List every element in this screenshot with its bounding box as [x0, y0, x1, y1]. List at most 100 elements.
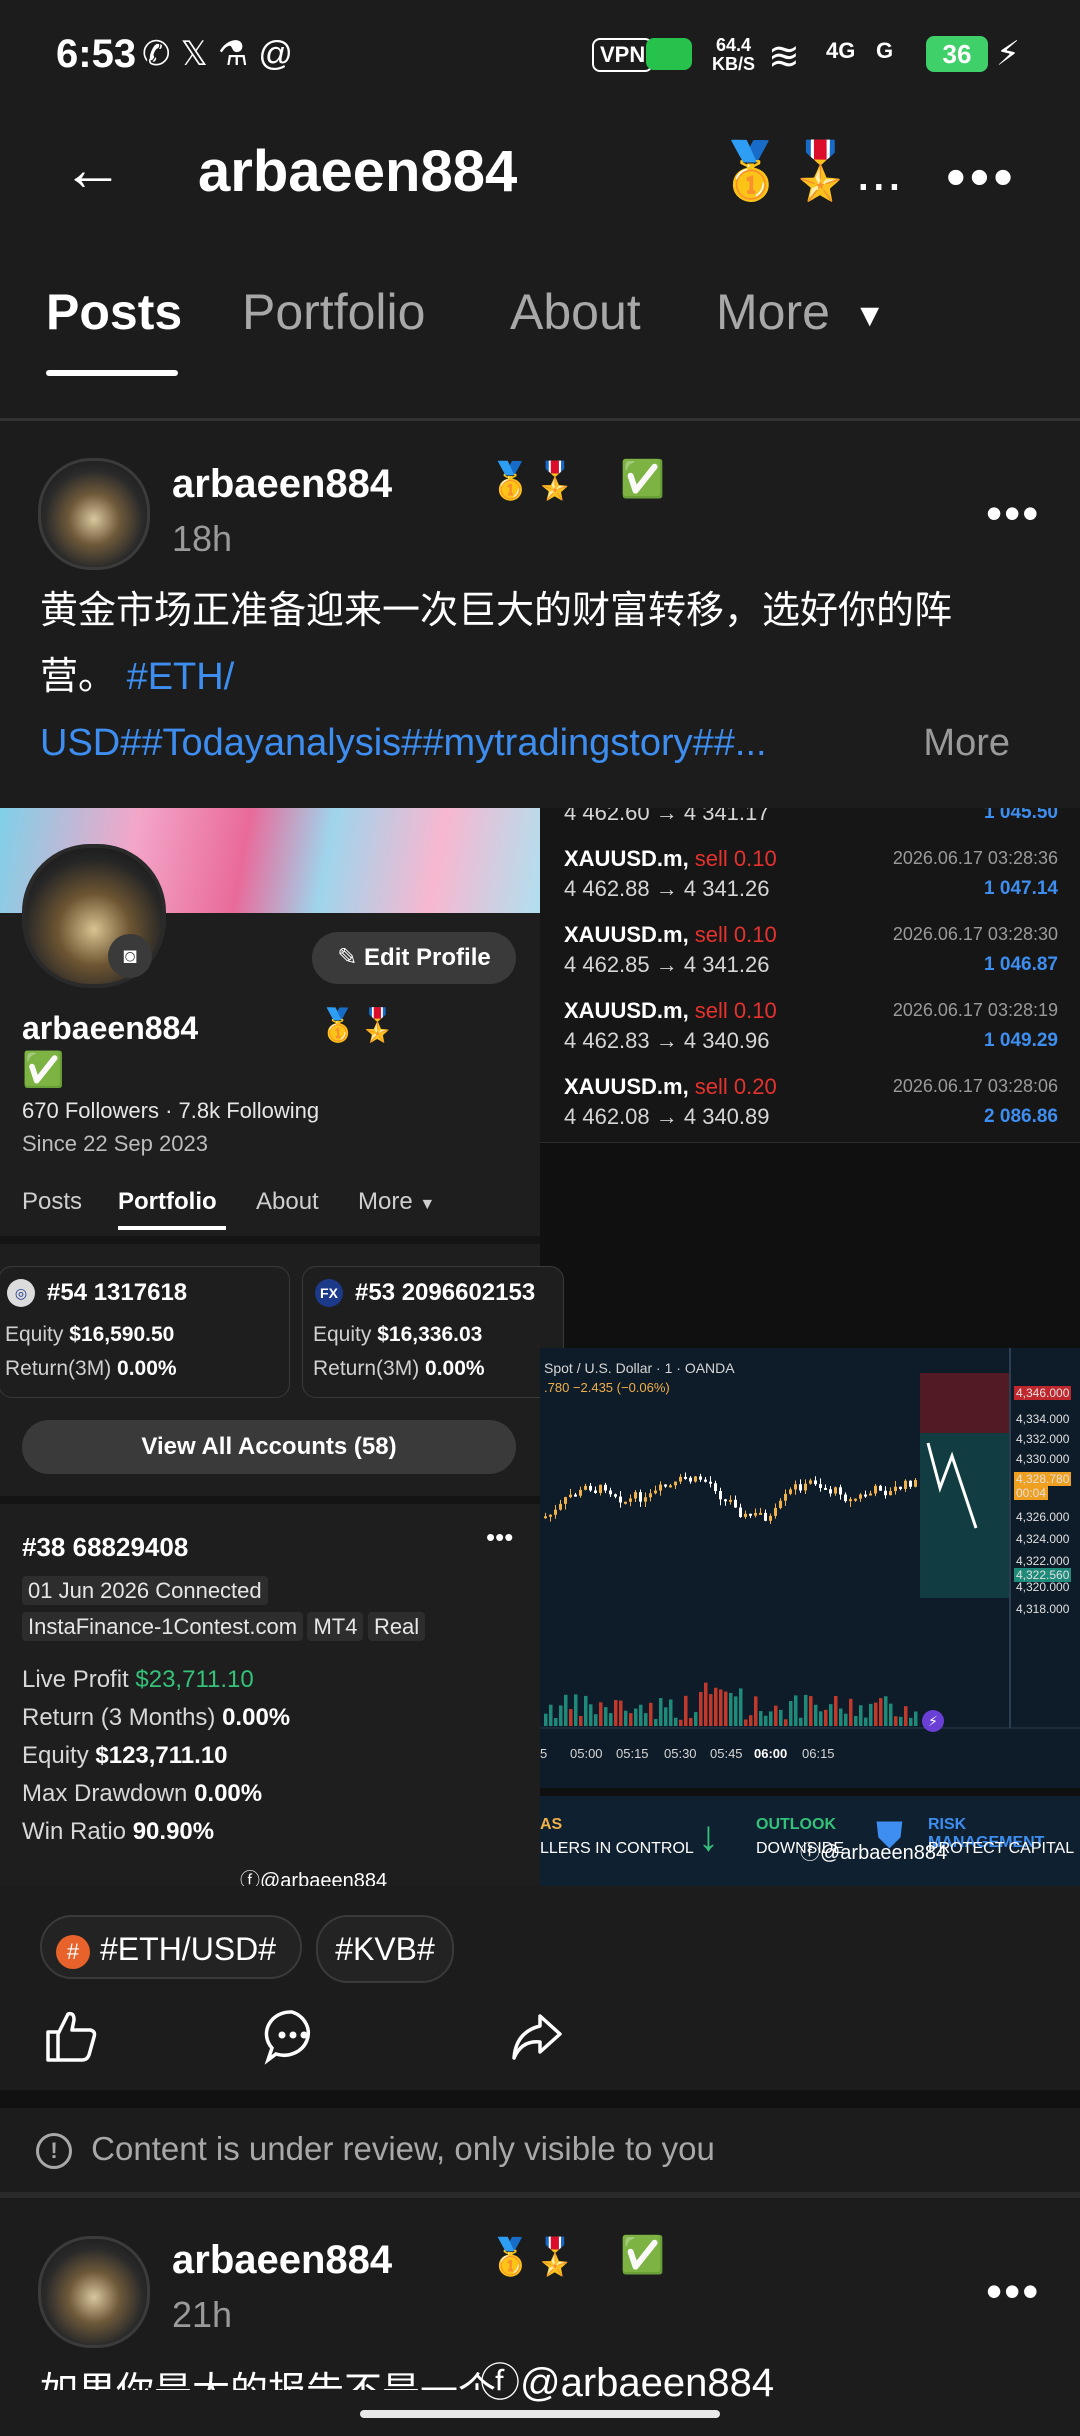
candle-body	[574, 1494, 577, 1497]
volume-bar	[729, 1692, 733, 1726]
avatar[interactable]	[38, 2236, 150, 2348]
home-indicator[interactable]	[360, 2410, 720, 2418]
tab-about[interactable]: About	[510, 283, 641, 341]
tab-posts[interactable]: Posts	[46, 283, 182, 341]
trade-symbol: XAUUSD.m, sell 0.10	[564, 998, 777, 1023]
active-tab-indicator	[46, 370, 178, 376]
candle-body	[689, 1477, 692, 1482]
candle-body	[604, 1484, 607, 1491]
trade-row: XAUUSD.m, sell 0.104 462.60 → 4 341.1720…	[540, 808, 1080, 839]
candle-body	[859, 1494, 862, 1499]
volume-bar	[739, 1688, 743, 1726]
candle-body	[564, 1497, 567, 1504]
volume-bar	[839, 1708, 843, 1726]
trade-profit: 1 046.87	[984, 954, 1058, 975]
post-text-line: 黄金市场正准备迎来一次巨大的财富转移，选好你的阵	[40, 590, 953, 632]
tag-chip-kvb[interactable]: #KVB#	[316, 1915, 454, 1983]
price-axis-label: 4,324.000	[1016, 1532, 1070, 1546]
post-author[interactable]: arbaeen884	[172, 462, 392, 507]
post-more-button[interactable]: •••	[986, 486, 1040, 540]
post-image[interactable]: ◙ ✎ Edit Profile arbaeen884 🥇🎖️ ✅ 670 Fo…	[0, 808, 1080, 1886]
trade-side: sell 0.10	[694, 922, 777, 947]
candle-body	[584, 1485, 587, 1490]
candle-body	[649, 1493, 652, 1498]
medal-badges: 🥇🎖️	[488, 2236, 578, 2277]
trade-profit: 1 049.29	[984, 1030, 1058, 1051]
candle-body	[609, 1490, 612, 1495]
trade-row: XAUUSD.m, sell 0.10 4 462.85 → 4 341.26 20…	[540, 914, 1080, 991]
fx-logo-icon: FX	[315, 1279, 343, 1307]
verified-check-icon: ✅	[620, 2234, 665, 2275]
back-arrow-icon[interactable]: ←	[62, 139, 132, 201]
tag-chip-eth[interactable]: # #ETH/USD#	[40, 1915, 302, 1979]
hashtag-link[interactable]: USD##Todayanalysis##mytradingstory##...	[40, 722, 767, 764]
account-logo-icon: ◎	[7, 1279, 35, 1307]
price-axis-label: 4,322.000	[1016, 1554, 1070, 1568]
hashtag-link[interactable]: #ETH/	[127, 656, 235, 698]
trade-row: XAUUSD.m, sell 0.10 4 462.88 → 4 341.26 20…	[540, 838, 1080, 915]
candle-body	[729, 1499, 732, 1502]
candle-body	[549, 1514, 552, 1517]
candle-body	[599, 1484, 602, 1493]
candle-body	[704, 1479, 707, 1482]
candle-body	[819, 1484, 822, 1488]
price-chart: Spot / U.S. Dollar · 1 · OANDA .780 −2.4…	[540, 1348, 1080, 1788]
tab-more[interactable]: More ▼	[716, 283, 886, 341]
see-more-link[interactable]: More	[923, 710, 1010, 776]
threads-icon: @	[258, 35, 303, 73]
volume-bar	[704, 1682, 708, 1726]
volume-bar	[789, 1700, 793, 1726]
post-timestamp: 21h	[172, 2294, 233, 2335]
candle-body	[809, 1480, 812, 1484]
trade-date: 2026.06.17 03:28:19	[892, 1000, 1058, 1020]
trade-side: sell 0.20	[694, 1074, 777, 1099]
post-author[interactable]: arbaeen884	[172, 2238, 392, 2283]
candle-body	[569, 1494, 572, 1498]
trade-side: sell 0.10	[694, 998, 777, 1023]
price-axis-label: 4,346.000	[1014, 1386, 1072, 1400]
comment-button[interactable]	[262, 2006, 322, 2066]
tab-portfolio[interactable]: Portfolio	[242, 283, 425, 341]
candle-body	[779, 1500, 782, 1508]
volume-bar	[654, 1719, 658, 1726]
price-chart-graphic	[540, 1348, 1080, 1788]
volume-bar	[674, 1717, 678, 1726]
avatar[interactable]	[38, 458, 150, 570]
share-button[interactable]	[506, 2006, 566, 2066]
more-options-button[interactable]: •••	[946, 144, 1017, 209]
candle-body	[709, 1481, 712, 1484]
hashtag-icon: #	[56, 1934, 90, 1969]
volume-bar	[699, 1691, 703, 1726]
candle-body	[824, 1487, 827, 1490]
candle-body	[789, 1489, 792, 1494]
volume-bar	[684, 1695, 688, 1726]
volume-bar	[849, 1698, 853, 1726]
volume-bar	[884, 1696, 888, 1726]
candle-body	[589, 1485, 592, 1491]
trade-profit: 2 086.86	[984, 1106, 1058, 1127]
like-button[interactable]	[42, 2006, 102, 2066]
candle-body	[624, 1501, 627, 1504]
price-axis-label: 4,318.000	[1016, 1602, 1070, 1616]
signal-4g: 4G	[826, 38, 856, 63]
price-axis-label: 4,332.000	[1016, 1432, 1070, 1446]
candle-body	[849, 1499, 852, 1502]
candle-body	[829, 1489, 832, 1494]
tab-portfolio: Portfolio	[118, 1188, 217, 1215]
verified-check-icon: ✅	[620, 458, 665, 499]
volume-bar	[899, 1716, 903, 1726]
profile-name: arbaeen884	[22, 1010, 199, 1046]
volume-bar	[754, 1696, 758, 1726]
volume-bar	[799, 1717, 803, 1726]
candle-body	[559, 1503, 562, 1510]
volume-bar	[599, 1702, 603, 1726]
candle-body	[679, 1476, 682, 1482]
candle-body	[659, 1484, 662, 1491]
candle-body	[854, 1498, 857, 1501]
volume-bar	[549, 1704, 553, 1726]
candle-body	[769, 1515, 772, 1521]
volume-bar	[889, 1703, 893, 1726]
post-more-button[interactable]: •••	[986, 2264, 1040, 2318]
price-axis-label: 00:04	[1014, 1486, 1049, 1500]
volume-bar	[834, 1696, 838, 1726]
